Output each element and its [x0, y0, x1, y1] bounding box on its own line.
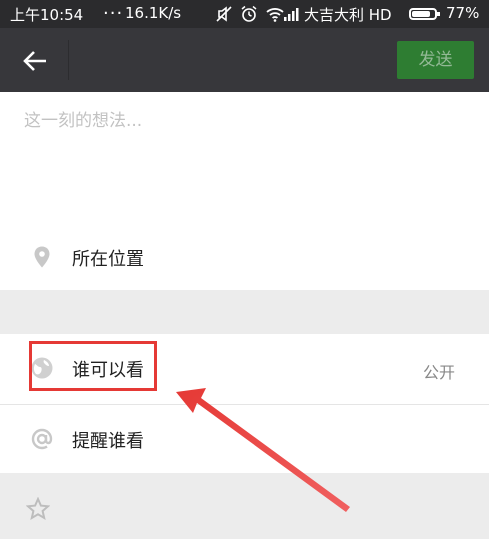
- section-gap-bottom: [0, 473, 489, 539]
- arrow-left-icon[interactable]: [22, 48, 48, 74]
- signal-icon: [284, 8, 299, 21]
- send-button[interactable]: 发送: [397, 41, 474, 79]
- battery-percent: 77%: [446, 4, 480, 22]
- at-sign-icon: [31, 428, 53, 450]
- status-dots: ...: [103, 0, 124, 19]
- section-gap: [0, 290, 489, 334]
- mute-icon: [216, 6, 232, 22]
- highlight-box: [29, 341, 157, 391]
- toolbar-divider: [68, 40, 69, 80]
- visibility-value: 公开: [422, 363, 455, 382]
- wifi-icon: [266, 8, 284, 22]
- top-toolbar: 发送: [0, 28, 489, 92]
- location-label: 所在位置: [72, 249, 144, 270]
- status-time: 上午10:54: [10, 6, 84, 24]
- compose-placeholder: 这一刻的想法...: [24, 111, 143, 131]
- remind-row[interactable]: 提醒谁看: [0, 405, 489, 473]
- carrier-name: 大吉大利 HD: [304, 6, 392, 24]
- location-pin-icon: [34, 246, 50, 268]
- network-speed: 16.1K/s: [125, 4, 182, 22]
- battery-icon: [409, 8, 440, 20]
- remind-label: 提醒谁看: [72, 431, 144, 452]
- alarm-icon: [241, 5, 257, 22]
- status-bar: 上午10:54 ... 16.1K/s 大吉大利 HD 77%: [0, 0, 489, 28]
- star-icon: [26, 497, 50, 521]
- location-row[interactable]: 所在位置: [0, 225, 489, 289]
